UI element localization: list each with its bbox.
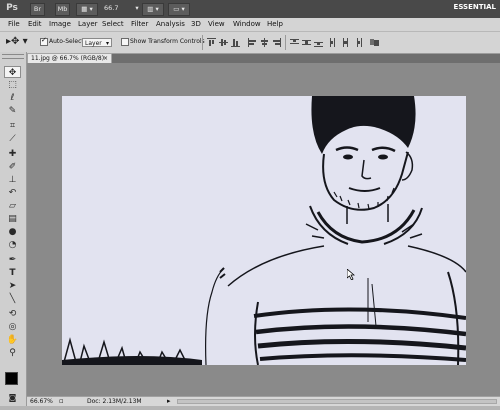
- distribute-vertical-center-icon[interactable]: [302, 38, 311, 47]
- status-document-icon: ▫: [59, 397, 64, 405]
- distribute-horizontal-center-icon[interactable]: [341, 38, 350, 47]
- marquee-tool-icon[interactable]: ⬚: [4, 79, 21, 91]
- history-brush-tool-icon[interactable]: ↶: [4, 187, 21, 199]
- document-tab-title: 11.jpg @ 66.7% (RGB/8): [31, 55, 105, 62]
- align-left-icon[interactable]: [248, 38, 257, 47]
- distribute-left-icon[interactable]: [329, 38, 338, 47]
- mouse-cursor-icon: [347, 269, 355, 280]
- bridge-icon[interactable]: Br: [30, 3, 45, 16]
- auto-select-label: Auto-Select:: [49, 38, 86, 45]
- minibridge-icon[interactable]: Mb: [55, 3, 70, 16]
- menu-edit[interactable]: Edit: [28, 20, 42, 28]
- 3d-orbit-tool-icon[interactable]: ◎: [4, 321, 21, 333]
- crop-tool-icon[interactable]: ⌗: [4, 120, 21, 132]
- horizontal-scrollbar[interactable]: [177, 399, 497, 404]
- align-top-icon[interactable]: [207, 38, 216, 47]
- menu-3d[interactable]: 3D: [191, 20, 201, 28]
- 3d-rotate-tool-icon[interactable]: ⟲: [4, 308, 21, 320]
- align-right-icon[interactable]: [272, 38, 281, 47]
- tools-panel: ✥ ⬚ ℓ ✎ ⌗ ⟋ ✚ ✐ ⊥ ↶ ▱ ▤ ● ◔ ✒ T ➤ ╲ ⟲ ◎ …: [0, 52, 27, 410]
- distribute-bottom-icon[interactable]: [314, 38, 323, 47]
- path-selection-tool-icon[interactable]: ➤: [4, 280, 21, 292]
- menu-help[interactable]: Help: [267, 20, 283, 28]
- arrange-documents-icon[interactable]: ▥ ▾: [142, 3, 164, 16]
- view-extras-icon[interactable]: ▦ ▾: [76, 3, 98, 16]
- quick-selection-tool-icon[interactable]: ✎: [4, 105, 21, 117]
- auto-select-checkbox[interactable]: ✓: [40, 36, 48, 46]
- menu-view[interactable]: View: [208, 20, 225, 28]
- foreground-color-swatch[interactable]: [5, 372, 18, 385]
- application-bar: Ps Br Mb ▦ ▾ 66.7 ▾ ▥ ▾ ▭ ▾ ESSENTIAL: [0, 0, 500, 18]
- menu-window[interactable]: Window: [233, 20, 261, 28]
- show-transform-label: Show Transform Controls: [130, 38, 205, 45]
- quick-mask-icon[interactable]: ◙: [4, 392, 21, 404]
- spot-healing-tool-icon[interactable]: ✚: [4, 148, 21, 160]
- zoom-tool-icon[interactable]: ⚲: [4, 347, 21, 359]
- eyedropper-tool-icon[interactable]: ⟋: [4, 133, 21, 145]
- status-menu-arrow-icon[interactable]: ▸: [167, 397, 171, 405]
- align-vertical-center-icon[interactable]: [219, 38, 228, 47]
- options-divider: [285, 35, 286, 50]
- lasso-tool-icon[interactable]: ℓ: [4, 92, 21, 104]
- menu-layer[interactable]: Layer: [78, 20, 98, 28]
- status-doc-info: Doc: 2.13M/2.13M: [87, 398, 142, 405]
- menu-bar: File Edit Image Layer Select Filter Anal…: [0, 18, 500, 31]
- tools-panel-grip[interactable]: [2, 54, 24, 59]
- options-bar: ▸✥ ▾ ✓ Auto-Select: Layer Show Transform…: [0, 31, 500, 54]
- status-zoom[interactable]: 66.67%: [30, 398, 53, 405]
- photoshop-logo: Ps: [6, 3, 18, 13]
- show-transform-checkbox[interactable]: [121, 38, 129, 46]
- blur-tool-icon[interactable]: ●: [4, 226, 21, 238]
- checkmark-icon: ✓: [41, 36, 47, 44]
- menu-filter[interactable]: Filter: [131, 20, 148, 28]
- screen-mode-icon[interactable]: ▭ ▾: [168, 3, 190, 16]
- move-tool-icon[interactable]: ✥: [4, 66, 21, 78]
- menu-file[interactable]: File: [8, 20, 20, 28]
- auto-select-dropdown[interactable]: Layer: [82, 38, 112, 48]
- shape-tool-icon[interactable]: ╲: [4, 293, 21, 305]
- brush-tool-icon[interactable]: ✐: [4, 161, 21, 173]
- distribute-top-icon[interactable]: [290, 38, 299, 47]
- bottom-edge: [0, 406, 500, 410]
- auto-align-layers-icon[interactable]: [370, 38, 379, 47]
- workspace-switcher[interactable]: ESSENTIAL: [454, 3, 496, 11]
- pen-tool-icon[interactable]: ✒: [4, 254, 21, 266]
- options-divider: [202, 35, 203, 50]
- menu-select[interactable]: Select: [102, 20, 124, 28]
- move-tool-preset-icon[interactable]: ▸✥ ▾: [6, 36, 28, 48]
- hand-tool-icon[interactable]: ✋: [4, 334, 21, 346]
- menu-image[interactable]: Image: [49, 20, 71, 28]
- zoom-dropdown-icon[interactable]: ▾: [134, 3, 140, 14]
- dodge-tool-icon[interactable]: ◔: [4, 239, 21, 251]
- menu-analysis[interactable]: Analysis: [156, 20, 185, 28]
- align-bottom-icon[interactable]: [231, 38, 240, 47]
- gradient-tool-icon[interactable]: ▤: [4, 213, 21, 225]
- clone-stamp-tool-icon[interactable]: ⊥: [4, 174, 21, 186]
- distribute-right-icon[interactable]: [353, 38, 362, 47]
- document-tab[interactable]: 11.jpg @ 66.7% (RGB/8) ×: [27, 53, 112, 63]
- canvas-image[interactable]: [62, 96, 466, 365]
- align-horizontal-center-icon[interactable]: [260, 38, 269, 47]
- document-window: [27, 63, 500, 396]
- zoom-level-field[interactable]: 66.7: [104, 3, 130, 14]
- type-tool-icon[interactable]: T: [4, 267, 21, 279]
- eraser-tool-icon[interactable]: ▱: [4, 200, 21, 212]
